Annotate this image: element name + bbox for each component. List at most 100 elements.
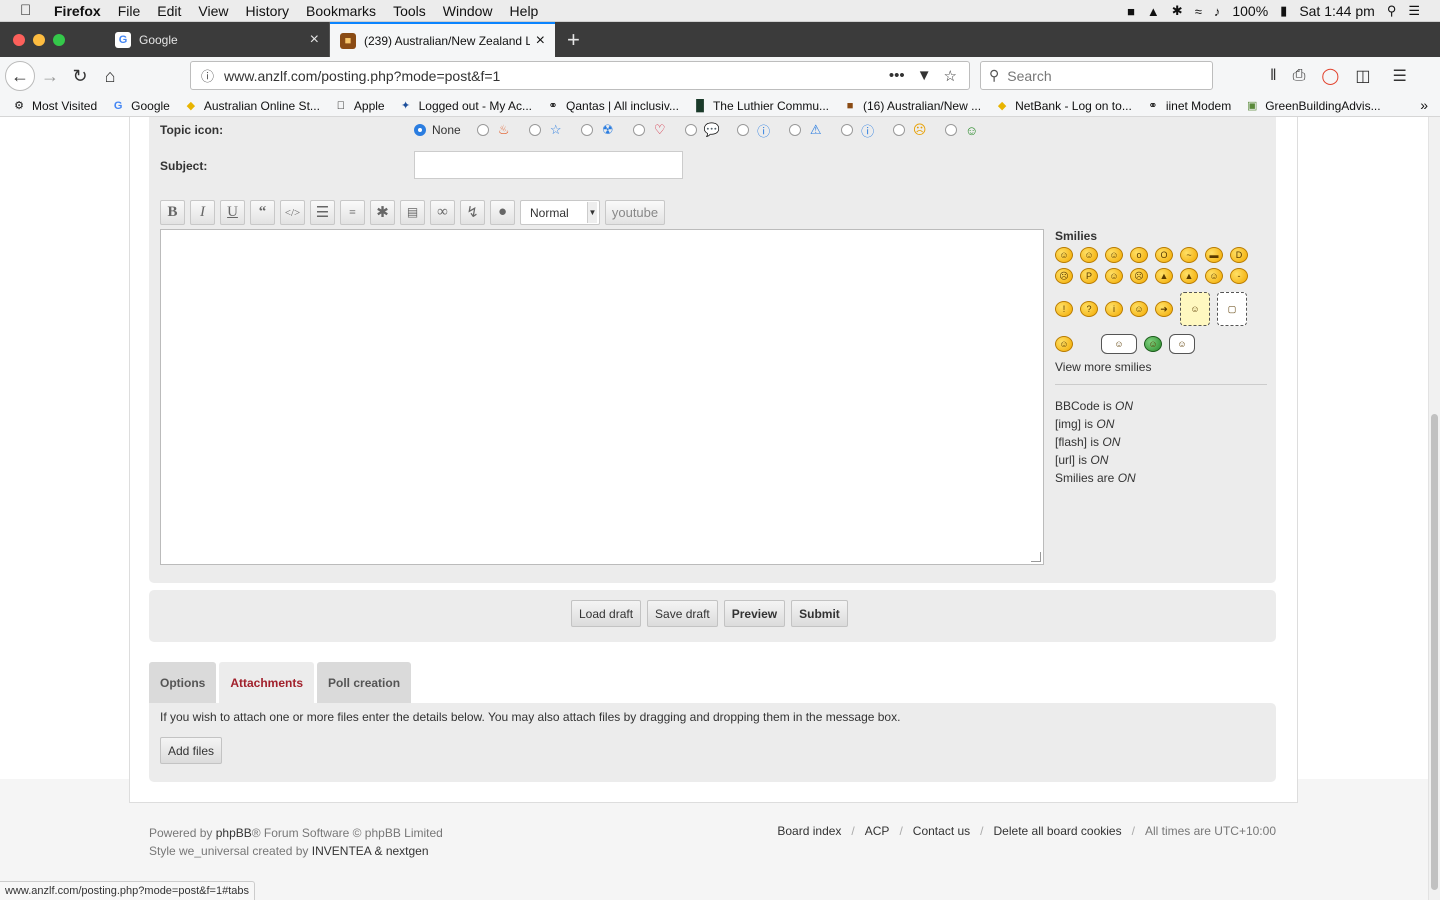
- tab-attachments[interactable]: Attachments: [219, 662, 315, 703]
- topic-icon-radio-question[interactable]: [736, 124, 749, 136]
- smiley-confused-icon[interactable]: ~: [1180, 247, 1198, 263]
- drive-icon[interactable]: ▲: [1147, 4, 1160, 19]
- smiley-neutral-icon[interactable]: -: [1230, 268, 1248, 284]
- smiley-bunny-icon[interactable]: ☺: [1180, 292, 1210, 326]
- subject-input[interactable]: [414, 151, 683, 179]
- delete-cookies-link[interactable]: Delete all board cookies: [994, 824, 1122, 838]
- clock[interactable]: Sat 1:44 pm: [1299, 3, 1375, 19]
- forward-button[interactable]: →: [35, 61, 65, 91]
- smiley-rolleyes-icon[interactable]: ☺: [1205, 268, 1223, 284]
- close-window-button[interactable]: [13, 33, 25, 46]
- bookmark-most-visited[interactable]: ⚙ Most Visited: [12, 99, 97, 113]
- inventea-link[interactable]: INVENTEA: [312, 844, 371, 858]
- quote-button[interactable]: “: [250, 200, 275, 225]
- library-icon[interactable]: ‖: [1270, 67, 1277, 85]
- topic-icon-radio-heart[interactable]: [632, 124, 645, 136]
- menu-edit[interactable]: Edit: [157, 3, 181, 19]
- bookmark-anzlf[interactable]: ■ (16) Australian/New ...: [843, 99, 981, 113]
- smiley-twisted-icon[interactable]: ▲: [1180, 268, 1198, 284]
- smiley-wink-icon[interactable]: ☺: [1105, 247, 1123, 263]
- smiley-happy-icon[interactable]: ☺: [1055, 336, 1073, 352]
- bookmark-logged-out[interactable]: ✦ Logged out - My Ac...: [399, 99, 532, 113]
- url-text[interactable]: www.anzlf.com/posting.php?mode=post&f=1: [224, 68, 889, 84]
- smiley-evil-icon[interactable]: ▲: [1155, 268, 1173, 284]
- topic-icon-radio-none[interactable]: [414, 124, 426, 136]
- bookmark-netbank[interactable]: ◆ NetBank - Log on to...: [995, 99, 1132, 113]
- smiley-neutral2-icon[interactable]: ☺: [1130, 301, 1148, 317]
- menu-window[interactable]: Window: [443, 3, 493, 19]
- topic-icon-radio-fire[interactable]: [476, 124, 489, 136]
- smiley-cool-icon[interactable]: ▬: [1205, 247, 1223, 263]
- volume-icon[interactable]: ♪: [1214, 4, 1221, 19]
- smiley-oops-icon[interactable]: ☺: [1105, 268, 1123, 284]
- topic-icon-radio-radioactive[interactable]: [580, 124, 593, 136]
- status-value[interactable]: ON: [1118, 471, 1136, 485]
- close-tab-icon[interactable]: ×: [536, 32, 545, 50]
- smiley-smile-icon[interactable]: ☺: [1080, 247, 1098, 263]
- apple-menu-icon[interactable]: : [20, 2, 40, 19]
- bookmark-qantas[interactable]: ⚭ Qantas | All inclusiv...: [546, 99, 679, 113]
- hamburger-menu-icon[interactable]: ☰: [1392, 66, 1406, 86]
- nextgen-link[interactable]: nextgen: [386, 844, 429, 858]
- minimize-window-button[interactable]: [33, 33, 45, 46]
- smiley-very-happy-icon[interactable]: ☺: [1055, 247, 1073, 263]
- preview-button[interactable]: Preview: [723, 600, 786, 627]
- topic-icon-radio-star[interactable]: [528, 124, 541, 136]
- contact-us-link[interactable]: Contact us: [913, 824, 970, 838]
- italic-button[interactable]: I: [190, 200, 215, 225]
- board-index-link[interactable]: Board index: [777, 824, 841, 838]
- bluetooth-icon[interactable]: ✱: [1172, 3, 1183, 19]
- bookmark-greenbuilding[interactable]: ▣ GreenBuildingAdvis...: [1245, 99, 1381, 113]
- link-button[interactable]: ∞: [430, 200, 455, 225]
- bookmark-apple[interactable]:  Apple: [334, 99, 385, 113]
- load-draft-button[interactable]: Load draft: [571, 600, 642, 627]
- menu-tools[interactable]: Tools: [393, 3, 426, 19]
- notification-center-icon[interactable]: ☰: [1408, 3, 1420, 19]
- flash-button[interactable]: ↯: [460, 200, 485, 225]
- menu-history[interactable]: History: [245, 3, 289, 19]
- menu-file[interactable]: File: [118, 3, 141, 19]
- search-bar[interactable]: ⚲ Search: [980, 61, 1213, 90]
- page-scrollbar[interactable]: [1428, 117, 1440, 900]
- menu-view[interactable]: View: [198, 3, 228, 19]
- page-actions-icon[interactable]: •••: [889, 67, 905, 84]
- zoom-window-button[interactable]: [53, 33, 65, 46]
- view-more-smilies-link[interactable]: View more smilies: [1055, 360, 1267, 374]
- smiley-razz-icon[interactable]: P: [1080, 268, 1098, 284]
- wifi-icon[interactable]: ≈: [1195, 4, 1202, 19]
- print-icon[interactable]: ⎙: [1293, 67, 1306, 85]
- tab-poll-creation[interactable]: Poll creation: [317, 662, 412, 703]
- list-item-button[interactable]: ✱: [370, 200, 395, 225]
- bookmark-australian-online[interactable]: ◆ Australian Online St...: [184, 99, 320, 113]
- phpbb-link[interactable]: phpBB: [216, 826, 252, 840]
- smiley-cry-icon[interactable]: ☹: [1130, 268, 1148, 284]
- home-button[interactable]: ⌂: [95, 61, 125, 91]
- scrollbar-thumb[interactable]: [1431, 414, 1438, 890]
- smiley-eek-icon[interactable]: O: [1155, 247, 1173, 263]
- ordered-list-button[interactable]: ≡: [340, 200, 365, 225]
- list-button[interactable]: ☰: [310, 200, 335, 225]
- site-info-icon[interactable]: ⓘ: [201, 66, 214, 85]
- bold-button[interactable]: B: [160, 200, 185, 225]
- status-value[interactable]: ON: [1115, 399, 1133, 413]
- reload-button[interactable]: ↻: [65, 61, 95, 91]
- smiley-grin-icon[interactable]: ☺: [1144, 336, 1162, 352]
- spotlight-search-icon[interactable]: ⚲: [1387, 3, 1397, 19]
- submit-button[interactable]: Submit: [791, 600, 848, 627]
- close-tab-icon[interactable]: ×: [310, 31, 319, 49]
- b-extension-icon[interactable]: ■: [1127, 4, 1135, 19]
- tab-anzlf[interactable]: ■ (239) Australian/New Zealand L ×: [330, 22, 555, 57]
- bookmark-star-icon[interactable]: ☆: [944, 67, 957, 85]
- acp-link[interactable]: ACP: [865, 824, 890, 838]
- smiley-mad-icon[interactable]: ☹: [1055, 268, 1073, 284]
- color-button[interactable]: ●: [490, 200, 515, 225]
- message-textarea[interactable]: [160, 229, 1044, 565]
- battery-icon[interactable]: ▮: [1280, 3, 1287, 19]
- new-tab-button[interactable]: +: [555, 22, 580, 57]
- topic-icon-radio-warning[interactable]: [788, 124, 801, 136]
- topic-icon-radio-sad[interactable]: [892, 124, 905, 136]
- sidebar-icon[interactable]: ◫: [1355, 66, 1370, 86]
- menu-bookmarks[interactable]: Bookmarks: [306, 3, 376, 19]
- smiley-exclaim-icon[interactable]: !: [1055, 301, 1073, 317]
- smiley-arrow-icon[interactable]: ➜: [1155, 301, 1173, 317]
